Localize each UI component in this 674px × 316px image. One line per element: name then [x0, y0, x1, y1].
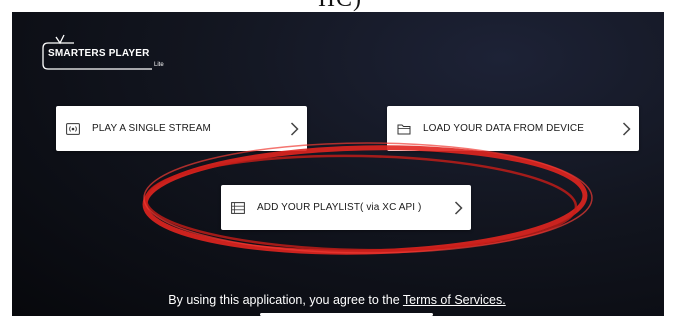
top-caption: IIC) — [318, 0, 362, 12]
add-playlist-label: ADD YOUR PLAYLIST( via XC API ) — [257, 202, 422, 213]
terms-of-services-link[interactable]: Terms of Services. — [403, 293, 506, 307]
load-data-label: LOAD YOUR DATA FROM DEVICE — [423, 123, 584, 134]
play-single-stream-label: PLAY A SINGLE STREAM — [92, 123, 211, 134]
load-data-from-device-button[interactable]: LOAD YOUR DATA FROM DEVICE — [387, 106, 639, 151]
terms-notice: By using this application, you agree to … — [0, 293, 674, 307]
top-caption-strip: IIC) — [0, 0, 674, 12]
play-single-stream-button[interactable]: PLAY A SINGLE STREAM — [56, 106, 307, 151]
chevron-right-icon — [454, 200, 463, 215]
logo-title: SMARTERS PLAYER — [48, 48, 150, 59]
stream-icon — [66, 122, 80, 135]
add-playlist-button[interactable]: ADD YOUR PLAYLIST( via XC API ) — [221, 185, 471, 230]
folder-icon — [397, 124, 411, 134]
app-screen: SMARTERS PLAYER Lite PLAY A SINGLE STREA… — [12, 12, 664, 316]
playlist-icon — [231, 201, 245, 214]
terms-notice-text: By using this application, you agree to … — [168, 293, 403, 307]
app-logo: SMARTERS PLAYER Lite — [34, 32, 184, 72]
chevron-right-icon — [290, 121, 299, 136]
chevron-right-icon — [622, 121, 631, 136]
logo-subtitle: Lite — [154, 62, 164, 68]
